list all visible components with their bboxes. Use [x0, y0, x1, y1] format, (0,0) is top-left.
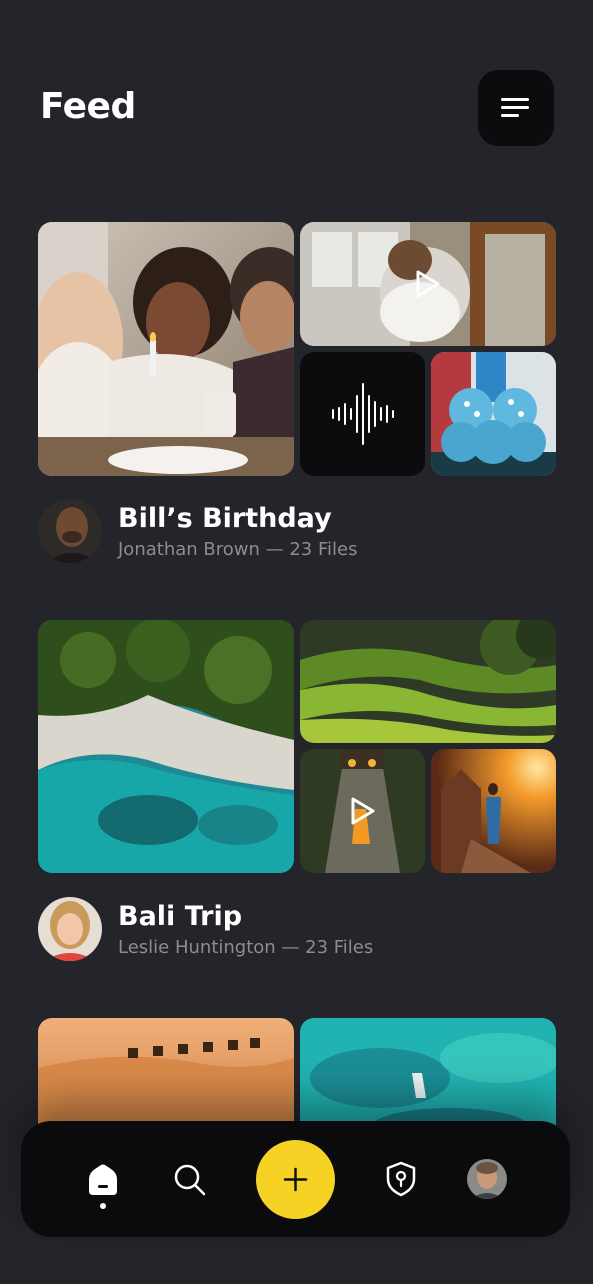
active-indicator — [100, 1203, 106, 1209]
feed-subtitle: Jonathan Brown — 23 Files — [118, 539, 358, 560]
media-photo[interactable] — [431, 352, 556, 476]
feed-title: Bill’s Birthday — [118, 503, 332, 534]
menu-button[interactable] — [478, 70, 554, 146]
media-photo[interactable] — [38, 222, 294, 476]
media-photo[interactable] — [431, 749, 556, 873]
location-shield-icon — [386, 1161, 416, 1197]
feed-media-grid — [38, 620, 556, 874]
play-icon[interactable] — [350, 797, 376, 825]
avatar[interactable] — [38, 499, 102, 563]
menu-icon — [501, 98, 529, 117]
media-photo[interactable] — [38, 620, 294, 873]
nav-search[interactable] — [173, 1163, 207, 1197]
media-photo[interactable] — [300, 620, 556, 743]
page-title: Feed — [40, 86, 136, 127]
nav-home[interactable] — [87, 1163, 119, 1197]
search-icon — [174, 1164, 206, 1196]
nav-location[interactable] — [385, 1161, 417, 1197]
add-button[interactable] — [256, 1140, 335, 1219]
add-icon — [283, 1167, 308, 1192]
feed-subtitle: Leslie Huntington — 23 Files — [118, 937, 374, 958]
feed-card-info[interactable]: Bill’s Birthday Jonathan Brown — 23 File… — [38, 499, 556, 565]
profile-avatar[interactable] — [467, 1159, 507, 1199]
avatar[interactable] — [38, 897, 102, 961]
home-icon — [89, 1164, 117, 1195]
media-video[interactable] — [300, 222, 556, 346]
feed-media-grid — [38, 222, 556, 476]
play-icon[interactable] — [415, 270, 441, 298]
header: Feed — [0, 0, 593, 200]
media-video[interactable] — [300, 749, 425, 873]
audio-waveform-icon — [331, 383, 394, 445]
feed-media-grid — [38, 1018, 556, 1158]
feed-card-info[interactable]: Bali Trip Leslie Huntington — 23 Files — [38, 897, 556, 963]
media-audio[interactable] — [300, 352, 425, 476]
feed-title: Bali Trip — [118, 901, 243, 932]
bottom-navigation — [21, 1121, 570, 1237]
